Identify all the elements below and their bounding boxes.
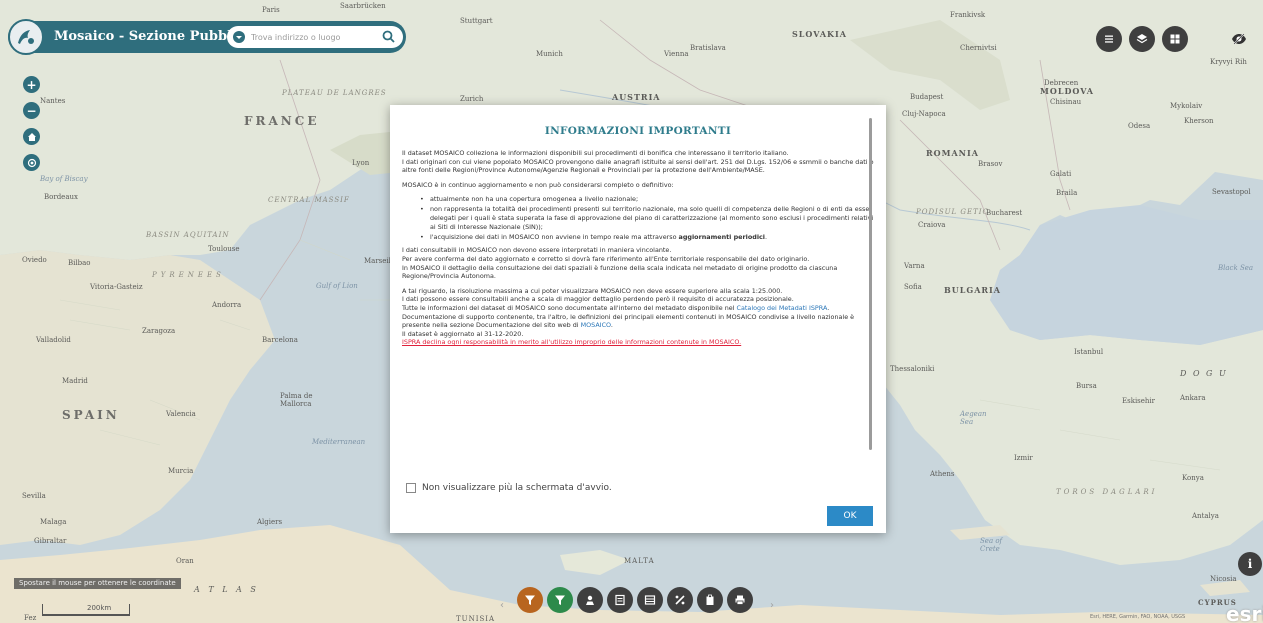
dialog-text: A tal riguardo, la risoluzione massima a… <box>402 286 783 295</box>
dialog-text: I dati originari con cui viene popolato … <box>402 157 874 175</box>
dialog-paragraph: Il dataset MOSAICO colleziona le informa… <box>402 149 874 175</box>
dialog-content[interactable]: INFORMAZIONI IMPORTANTI Il dataset MOSAI… <box>390 105 886 470</box>
dialog-text: . <box>765 232 768 241</box>
metadata-catalog-link[interactable]: Catalogo dei Metadati ISPRA <box>737 304 828 312</box>
dialog-scrollbar[interactable] <box>869 118 872 450</box>
dialog-paragraph: MOSAICO è in continuo aggiornamento e no… <box>402 180 674 189</box>
dialog-body: Il dataset MOSAICO colleziona le informa… <box>402 149 874 347</box>
dialog-text: . <box>827 303 830 312</box>
list-item: l'acquisizione dei dati in MOSAICO non a… <box>420 232 874 242</box>
dialog-text: Per avere conferma del dato aggiornato e… <box>402 254 810 263</box>
dialog-text: Tutte le informazioni del dataset di MOS… <box>402 303 737 312</box>
dialog-paragraph: A tal riguardo, la risoluzione massima a… <box>402 287 874 347</box>
dialog-text-strong: aggiornamenti periodici <box>678 232 765 241</box>
dialog-title: INFORMAZIONI IMPORTANTI <box>544 125 732 137</box>
dialog-paragraph: I dati consultabili in MOSAICO non devon… <box>402 246 874 280</box>
dialog-text: Il dataset è aggiornato al 31-12-2020. <box>402 329 524 338</box>
dialog-bullet-list: attualmente non ha una copertura omogene… <box>402 195 874 241</box>
dialog-text: l'acquisizione dei dati in MOSAICO non a… <box>430 232 679 241</box>
important-info-dialog: INFORMAZIONI IMPORTANTI Il dataset MOSAI… <box>390 105 886 533</box>
disclaimer-warning: ISPRA declina ogni responsabilità in mer… <box>402 338 742 347</box>
dialog-text: Documentazione di supporto contenente, t… <box>402 312 855 330</box>
mosaico-website-link[interactable]: MOSAICO <box>581 321 611 329</box>
dialog-text: . <box>610 321 613 330</box>
dont-show-again-row[interactable]: Non visualizzare più la schermata d'avvi… <box>406 483 612 493</box>
list-item: non rappresenta la totalità dei procedim… <box>420 205 874 231</box>
list-item: attualmente non ha una copertura omogene… <box>420 195 874 204</box>
dont-show-again-label[interactable]: Non visualizzare più la schermata d'avvi… <box>422 483 612 493</box>
ok-button[interactable]: OK <box>827 506 873 526</box>
dialog-text: Il dataset MOSAICO colleziona le informa… <box>402 149 789 157</box>
dialog-text: In MOSAICO il dettaglio della consultazi… <box>402 263 838 281</box>
dont-show-again-checkbox[interactable] <box>406 483 416 493</box>
dialog-text: I dati consultabili in MOSAICO non devon… <box>402 246 672 255</box>
dialog-text: I dati possono essere consultabili anche… <box>402 295 794 304</box>
